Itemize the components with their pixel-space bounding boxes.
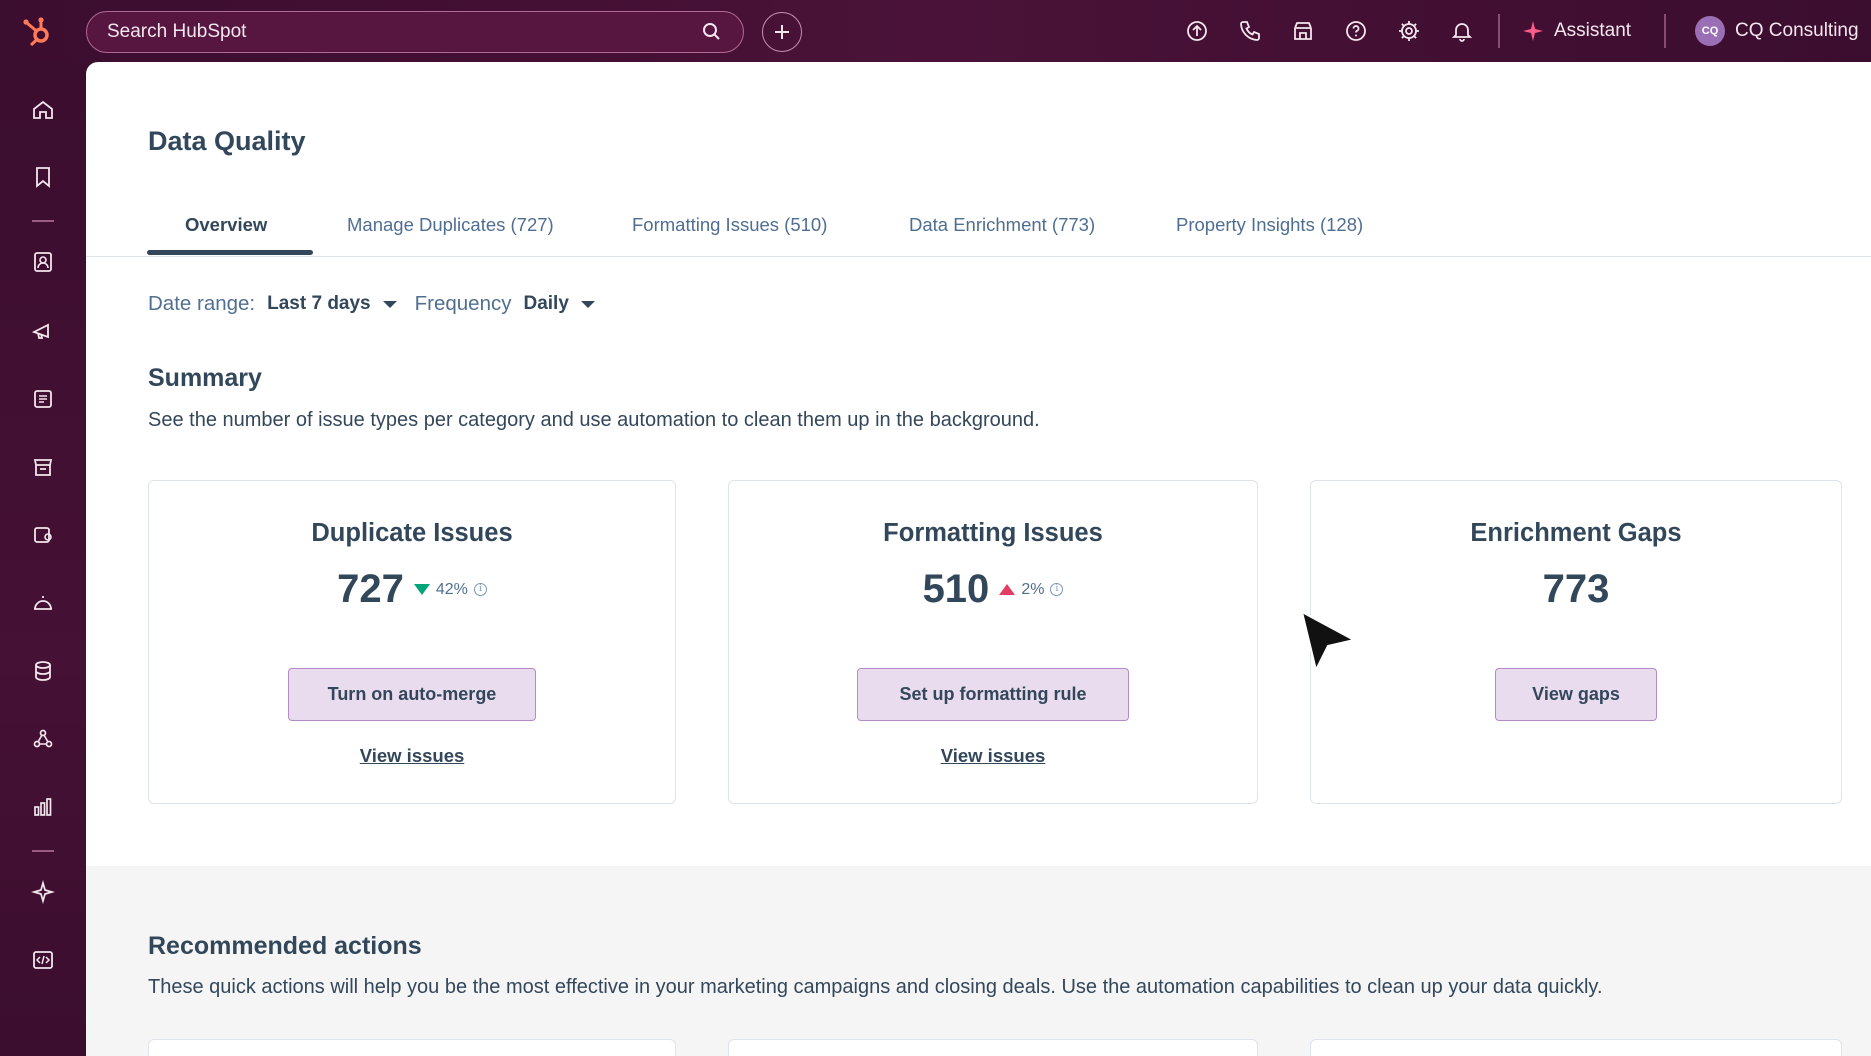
frequency-label: Frequency (414, 292, 512, 315)
top-navigation-bar: Assistant CQ CQ Consulting (0, 0, 1871, 62)
active-tab-indicator (147, 250, 313, 255)
avatar: CQ (1695, 16, 1725, 46)
tab-manage-duplicates[interactable]: Manage Duplicates (727) (347, 214, 554, 236)
trend-up-icon (999, 584, 1016, 595)
turn-on-auto-merge-button[interactable]: Turn on auto-merge (288, 668, 536, 721)
plus-icon (775, 25, 789, 39)
utility-icons (1180, 14, 1479, 48)
reporting-bar-chart-icon[interactable] (28, 792, 58, 822)
automation-icon[interactable] (28, 724, 58, 754)
settings-gear-icon[interactable] (1392, 14, 1426, 48)
frequency-dropdown[interactable]: Daily (523, 293, 568, 315)
card-metric: 510 2% i (729, 567, 1257, 612)
content-icon[interactable] (28, 384, 58, 414)
marketing-megaphone-icon[interactable] (28, 316, 58, 346)
search-input[interactable] (107, 21, 701, 43)
bookmark-icon[interactable] (28, 162, 58, 192)
info-icon[interactable]: i (1050, 583, 1064, 596)
recommended-actions-section: Recommended actions These quick actions … (86, 866, 1871, 1056)
duplicate-issues-card: Duplicate Issues 727 42% i Turn on auto-… (148, 480, 676, 804)
recommended-card[interactable] (1310, 1039, 1842, 1056)
card-metric: 727 42% i (149, 567, 675, 612)
sparkle-icon (1523, 21, 1543, 41)
trend-indicator: 42% i (413, 580, 487, 599)
contacts-icon[interactable] (28, 247, 58, 277)
mouse-cursor-icon (1301, 611, 1355, 671)
trend-indicator: 2% i (999, 580, 1064, 599)
main-content: Data Quality Overview Manage Duplicates … (86, 62, 1871, 1056)
divider (1664, 14, 1666, 48)
metric-value: 727 (337, 567, 404, 611)
tab-data-enrichment[interactable]: Data Enrichment (773) (909, 214, 1095, 236)
help-icon[interactable] (1339, 14, 1373, 48)
view-issues-link[interactable]: View issues (149, 745, 675, 767)
view-gaps-button[interactable]: View gaps (1495, 668, 1657, 721)
search-box[interactable] (86, 11, 744, 53)
tab-divider (86, 256, 1871, 257)
trend-percent: 42% (435, 580, 468, 598)
filter-bar: Date range: Last 7 days Frequency Daily (148, 292, 613, 316)
sidebar-divider (32, 850, 54, 852)
date-range-label: Date range: (148, 292, 256, 315)
info-icon[interactable]: i (473, 583, 487, 596)
home-icon[interactable] (28, 95, 58, 125)
data-management-icon[interactable] (28, 656, 58, 686)
card-title: Formatting Issues (883, 519, 1103, 547)
hubspot-logo-icon[interactable] (18, 12, 58, 52)
create-new-button[interactable] (762, 12, 802, 52)
trend-percent: 2% (1021, 580, 1045, 598)
upgrade-icon[interactable] (1180, 14, 1214, 48)
sidebar-divider (32, 220, 54, 222)
chevron-down-icon[interactable] (382, 300, 397, 308)
recommended-description: These quick actions will help you be the… (148, 976, 1603, 998)
enrichment-gaps-card: Enrichment Gaps 773 View gaps (1310, 480, 1842, 804)
tab-formatting-issues[interactable]: Formatting Issues (510) (632, 214, 827, 236)
set-up-formatting-rule-button[interactable]: Set up formatting rule (857, 668, 1129, 721)
marketplace-icon[interactable] (1286, 14, 1320, 48)
chevron-down-icon[interactable] (580, 300, 595, 308)
commerce-icon[interactable] (28, 452, 58, 482)
sales-icon[interactable] (28, 520, 58, 550)
account-name: CQ Consulting (1735, 20, 1859, 41)
card-title: Enrichment Gaps (1470, 519, 1682, 547)
sidebar (0, 62, 86, 1056)
formatting-issues-card: Formatting Issues 510 2% i Set up format… (728, 480, 1258, 804)
tab-overview[interactable]: Overview (185, 214, 267, 236)
date-range-dropdown[interactable]: Last 7 days (267, 293, 371, 315)
development-code-icon[interactable] (28, 945, 58, 975)
view-issues-link[interactable]: View issues (729, 745, 1257, 767)
trend-down-icon (413, 584, 430, 595)
search-icon[interactable] (701, 21, 723, 43)
assistant-label: Assistant (1554, 20, 1632, 41)
metric-value: 773 (1542, 567, 1610, 611)
divider (1498, 14, 1500, 48)
card-title: Duplicate Issues (311, 519, 513, 547)
tab-property-insights[interactable]: Property Insights (128) (1176, 214, 1363, 236)
assistant-button[interactable]: Assistant (1522, 14, 1631, 48)
card-metric: 773 (1311, 567, 1841, 612)
summary-heading: Summary (148, 364, 262, 392)
phone-icon[interactable] (1233, 14, 1267, 48)
breeze-sparkle-icon[interactable] (28, 877, 58, 907)
service-icon[interactable] (28, 588, 58, 618)
recommended-card[interactable] (728, 1039, 1258, 1056)
account-menu[interactable]: CQ CQ Consulting (1695, 14, 1859, 48)
recommended-card[interactable] (148, 1039, 676, 1056)
recommended-heading: Recommended actions (148, 932, 422, 960)
notifications-bell-icon[interactable] (1445, 14, 1479, 48)
summary-description: See the number of issue types per catego… (148, 409, 1040, 431)
metric-value: 510 (922, 567, 990, 611)
page-title: Data Quality (148, 126, 306, 156)
